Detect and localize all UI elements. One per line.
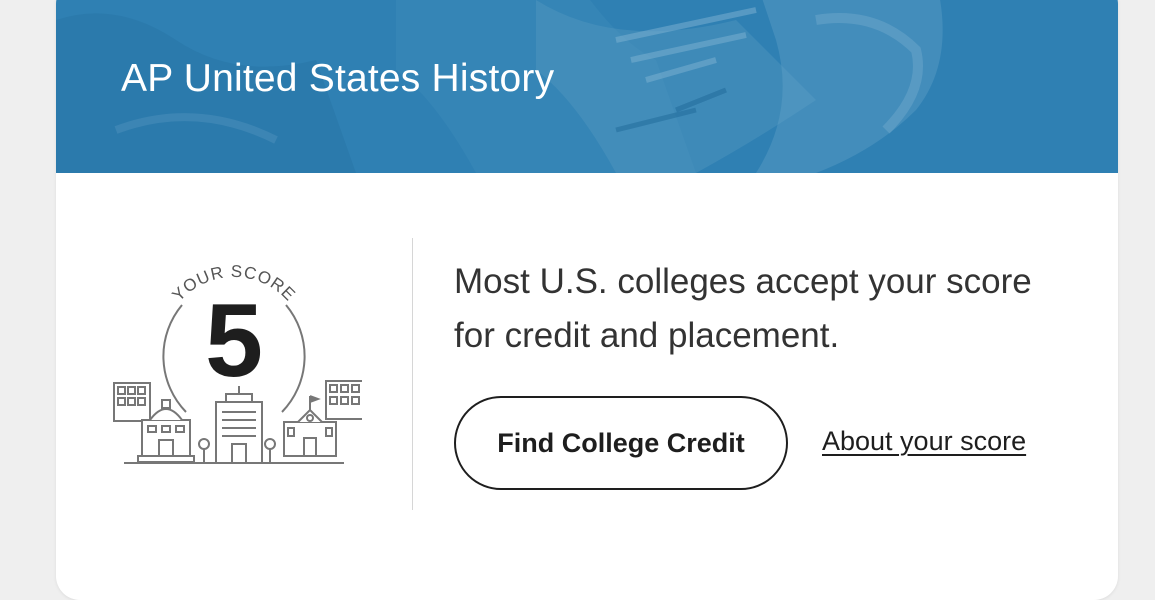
course-title: AP United States History [121,57,555,100]
find-college-credit-button[interactable]: Find College Credit [454,396,788,490]
score-message: Most U.S. colleges accept your score for… [454,262,1032,355]
score-badge-illustration: YOUR SCORE 5 [113,262,362,464]
content-divider [412,238,413,510]
score-card: AP United States History YOUR SCORE 5 Mo… [56,0,1118,600]
score-ring-right [281,304,306,413]
score-value: 5 [205,283,263,399]
about-your-score-link[interactable]: About your score [822,426,1026,457]
course-banner: AP United States History [56,0,1118,173]
score-ring-left [162,304,187,413]
campus-buildings-icon [113,380,362,464]
